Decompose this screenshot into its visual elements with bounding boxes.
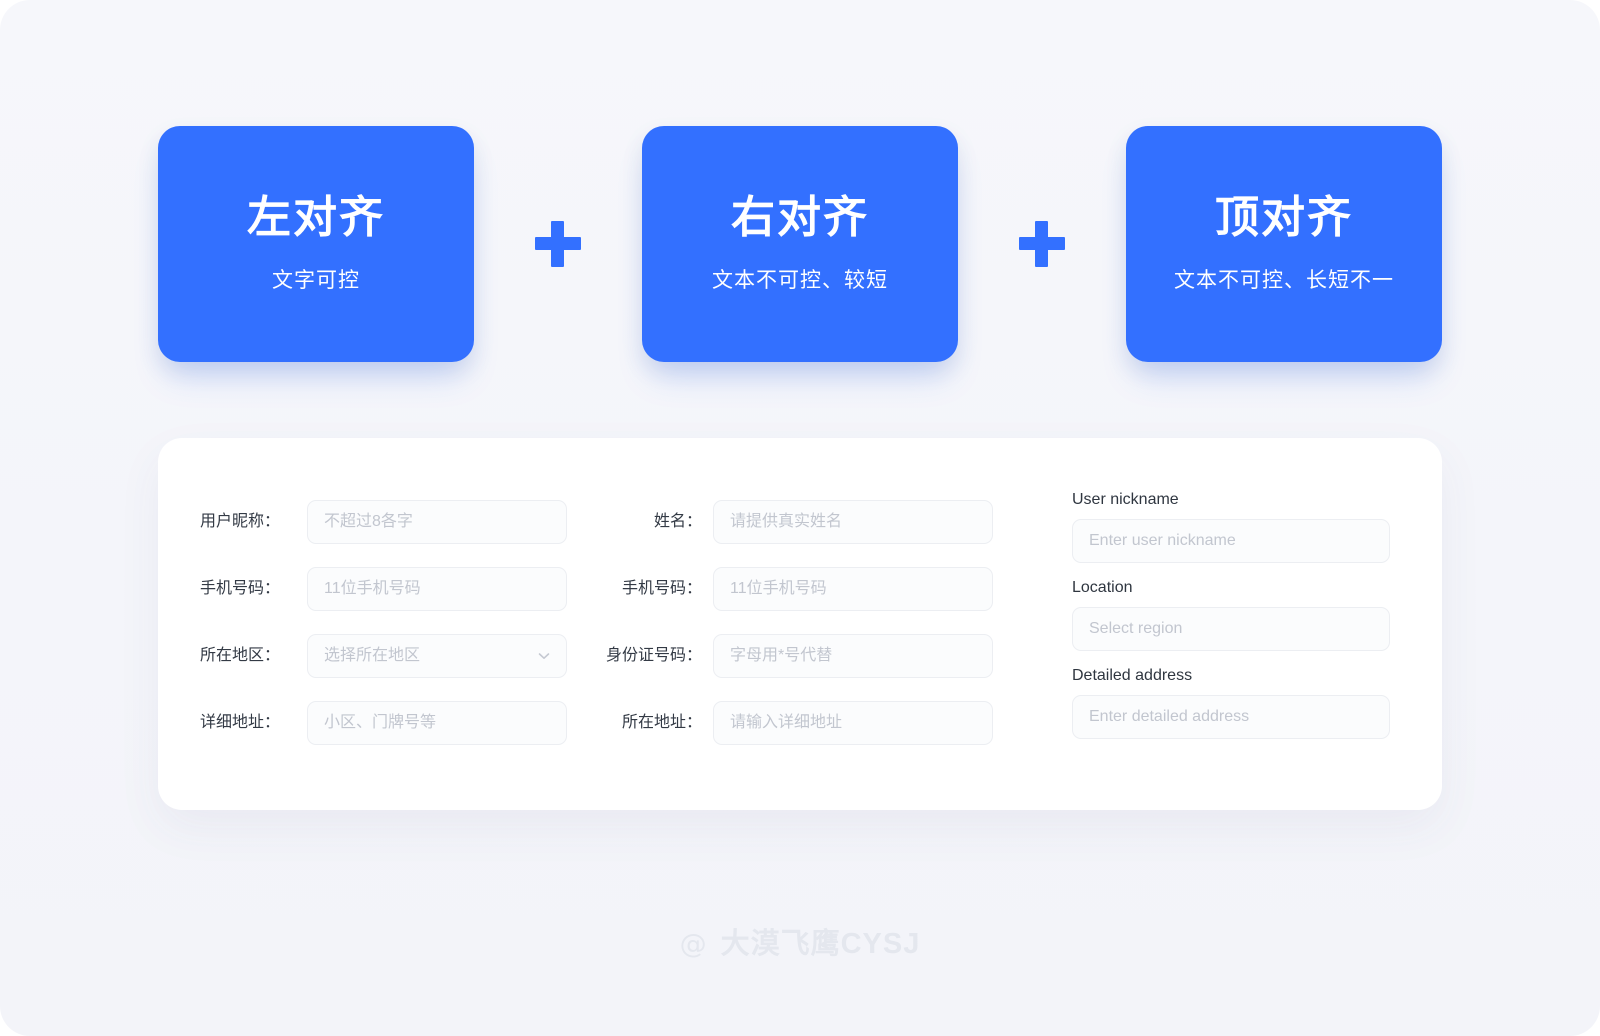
field-row-address: 所在地址： 请输入详细地址	[590, 701, 1012, 745]
field-label: 详细地址：	[200, 714, 281, 731]
input-placeholder: 请提供真实姓名	[730, 513, 843, 530]
field-stack-location: Location Select region	[1072, 578, 1442, 651]
concept-card-subtitle: 文本不可控、较短	[712, 269, 888, 293]
input-placeholder: 小区、门牌号等	[324, 714, 437, 731]
field-stack-detailed-address: Detailed address Enter detailed address	[1072, 666, 1442, 739]
field-label: 手机号码：	[200, 580, 281, 597]
field-row-phone-number: 手机号码： 11位手机号码	[590, 567, 1012, 611]
field-row-phone-number: 手机号码： 11位手机号码	[200, 567, 590, 611]
address-input[interactable]: 请输入详细地址	[713, 701, 993, 745]
field-label: 用户昵称：	[200, 513, 281, 530]
chevron-down-icon[interactable]	[536, 648, 552, 664]
field-stack-user-nickname: User nickname Enter user nickname	[1072, 490, 1442, 563]
field-label: Location	[1072, 579, 1133, 596]
field-row-real-name: 姓名： 请提供真实姓名	[590, 500, 1012, 544]
field-row-detailed-address: 详细地址： 小区、门牌号等	[200, 701, 590, 745]
detailed-address-input[interactable]: Enter detailed address	[1072, 695, 1390, 739]
user-nickname-input[interactable]: 不超过8各字	[307, 500, 567, 544]
field-label: 身份证号码：	[605, 647, 702, 664]
form-column-top-aligned: User nickname Enter user nickname Locati…	[1012, 438, 1442, 810]
plus-icon	[1019, 221, 1065, 267]
form-panel: 用户昵称： 不超过8各字 手机号码： 11位手机号码 所在地区： 选择所在地区	[158, 438, 1442, 810]
form-column-right-aligned: 姓名： 请提供真实姓名 手机号码： 11位手机号码 身份证号码： 字母用*号代替	[590, 438, 1012, 810]
phone-number-input[interactable]: 11位手机号码	[713, 567, 993, 611]
region-select[interactable]: 选择所在地区	[307, 634, 567, 678]
field-label: 所在地址：	[621, 714, 702, 731]
user-nickname-input[interactable]: Enter user nickname	[1072, 519, 1390, 563]
input-placeholder: 11位手机号码	[730, 580, 827, 597]
at-symbol-icon: @	[679, 929, 707, 960]
concept-card-top-aligned[interactable]: 顶对齐 文本不可控、长短不一	[1126, 126, 1442, 362]
input-placeholder: 11位手机号码	[324, 580, 421, 597]
input-placeholder: Enter detailed address	[1089, 708, 1250, 725]
form-column-left-aligned: 用户昵称： 不超过8各字 手机号码： 11位手机号码 所在地区： 选择所在地区	[158, 438, 590, 810]
field-row-user-nickname: 用户昵称： 不超过8各字	[200, 500, 590, 544]
real-name-input[interactable]: 请提供真实姓名	[713, 500, 993, 544]
detailed-address-input[interactable]: 小区、门牌号等	[307, 701, 567, 745]
field-row-region: 所在地区： 选择所在地区	[200, 634, 590, 678]
watermark: @ 大漠飞鹰CYSJ	[0, 930, 1600, 959]
concept-card-subtitle: 文字可控	[272, 269, 360, 293]
location-input[interactable]: Select region	[1072, 607, 1390, 651]
input-placeholder: Select region	[1089, 620, 1183, 637]
form-columns: 用户昵称： 不超过8各字 手机号码： 11位手机号码 所在地区： 选择所在地区	[158, 438, 1442, 810]
concept-card-title: 左对齐	[247, 192, 385, 242]
field-label: Detailed address	[1072, 667, 1193, 684]
select-placeholder: 选择所在地区	[324, 647, 421, 664]
plus-icon	[535, 221, 581, 267]
input-placeholder: Enter user nickname	[1089, 532, 1236, 549]
concept-card-left-aligned[interactable]: 左对齐 文字可控	[158, 126, 474, 362]
input-placeholder: 请输入详细地址	[730, 714, 843, 731]
concept-card-title: 右对齐	[731, 192, 869, 242]
page-root: 左对齐 文字可控 右对齐 文本不可控、较短 顶对齐 文本不可控、长短不一 用户昵…	[0, 0, 1600, 1036]
watermark-text: 大漠飞鹰CYSJ	[720, 928, 921, 960]
phone-number-input[interactable]: 11位手机号码	[307, 567, 567, 611]
input-placeholder: 字母用*号代替	[730, 647, 833, 664]
field-row-id-number: 身份证号码： 字母用*号代替	[590, 634, 1012, 678]
concept-cards-row: 左对齐 文字可控 右对齐 文本不可控、较短 顶对齐 文本不可控、长短不一	[158, 126, 1442, 362]
input-placeholder: 不超过8各字	[324, 513, 413, 530]
concept-card-right-aligned[interactable]: 右对齐 文本不可控、较短	[642, 126, 958, 362]
field-label: 手机号码：	[621, 580, 702, 597]
field-label: User nickname	[1072, 491, 1179, 508]
field-label: 所在地区：	[200, 647, 281, 664]
concept-card-subtitle: 文本不可控、长短不一	[1174, 269, 1394, 293]
field-label: 姓名：	[653, 513, 702, 530]
concept-card-title: 顶对齐	[1215, 192, 1353, 242]
id-number-input[interactable]: 字母用*号代替	[713, 634, 993, 678]
